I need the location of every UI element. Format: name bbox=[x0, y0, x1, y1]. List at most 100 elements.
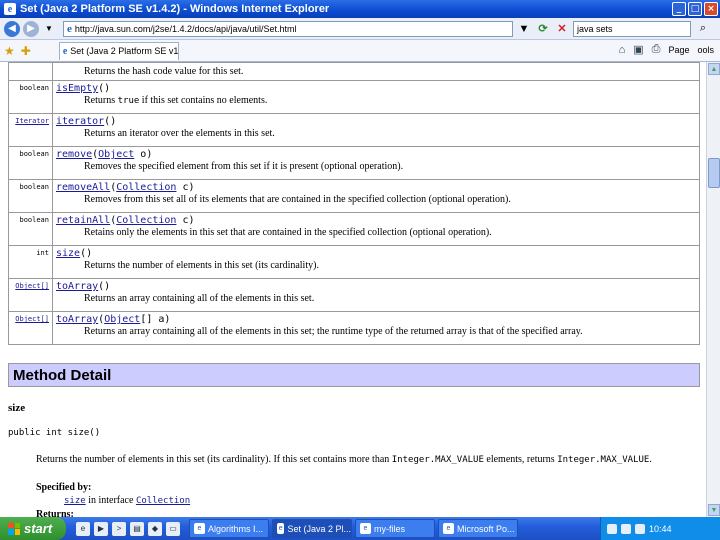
method-summary-table: Returns the hash code value for this set… bbox=[8, 62, 700, 345]
network-tray-icon[interactable] bbox=[607, 523, 617, 534]
url-field[interactable]: e http://java.sun.com/j2se/1.4.2/docs/ap… bbox=[63, 20, 513, 37]
method-link[interactable]: toArray bbox=[56, 314, 98, 325]
stop-icon[interactable]: ✕ bbox=[554, 21, 570, 37]
folder-quicklaunch-icon[interactable]: ▤ bbox=[130, 521, 144, 536]
return-type: boolean bbox=[8, 146, 53, 180]
window-title: Set (Java 2 Platform SE v1.4.2) - Window… bbox=[20, 3, 330, 15]
close-button[interactable]: × bbox=[704, 2, 718, 16]
method-name: size bbox=[8, 402, 26, 414]
taskbar-button[interactable]: e my-files bbox=[355, 519, 435, 538]
param-type-link[interactable]: Object bbox=[98, 149, 134, 160]
task-app-icon: e bbox=[194, 523, 205, 534]
internet-explorer-icon: e bbox=[4, 3, 16, 15]
return-type[interactable]: Object[] bbox=[8, 311, 53, 345]
method-description: Returns an array containing all of the e… bbox=[84, 293, 315, 304]
app-quicklaunch-icon[interactable]: ◆ bbox=[148, 521, 162, 536]
security-tray-icon[interactable] bbox=[635, 523, 645, 534]
method-link[interactable]: size bbox=[56, 248, 80, 259]
vertical-scrollbar[interactable]: ▲ ▼ bbox=[706, 62, 720, 517]
taskbar-button[interactable]: e Microsoft Po... bbox=[438, 519, 518, 538]
volume-tray-icon[interactable] bbox=[621, 523, 631, 534]
add-favorites-icon[interactable]: ✚ bbox=[21, 44, 31, 58]
page-menu[interactable]: Page bbox=[668, 45, 689, 55]
clock: 10:44 bbox=[649, 523, 672, 534]
method-link[interactable]: remove bbox=[56, 149, 92, 160]
method-cell: removeAll(Collection c) Removes from this… bbox=[52, 179, 700, 213]
cmd-quicklaunch-icon[interactable]: > bbox=[112, 521, 126, 536]
tools-menu[interactable]: ools bbox=[697, 45, 714, 55]
refresh-icon[interactable]: ⟳ bbox=[535, 21, 551, 37]
window-title-bar: e Set (Java 2 Platform SE v1.4.2) - Wind… bbox=[0, 0, 720, 18]
method-description: Retains only the elements in this set th… bbox=[84, 227, 492, 238]
scroll-up-icon[interactable]: ▲ bbox=[708, 63, 720, 75]
search-value: java sets bbox=[577, 23, 613, 34]
return-type: boolean bbox=[8, 179, 53, 213]
method-link[interactable]: removeAll bbox=[56, 182, 110, 193]
specified-by-line: size in interface Collection bbox=[64, 495, 191, 506]
forward-button[interactable]: ▶ bbox=[23, 20, 39, 37]
table-row: boolean isEmpty() Returns true if this set… bbox=[8, 80, 700, 114]
feeds-icon[interactable]: ▣ bbox=[633, 43, 643, 56]
method-signature: retainAll(Collection c) bbox=[56, 215, 195, 226]
quick-launch: e ▶ > ▤ ◆ ▭ bbox=[76, 521, 180, 536]
search-icon[interactable]: ⌕ bbox=[694, 21, 712, 37]
system-tray: 10:44 bbox=[600, 517, 720, 540]
windows-flag-icon bbox=[8, 522, 20, 535]
method-cell: Returns the hash code value for this set… bbox=[52, 62, 700, 81]
scroll-down-icon[interactable]: ▼ bbox=[708, 504, 720, 516]
url-dropdown-icon[interactable]: ▼ bbox=[516, 21, 532, 37]
method-signature: isEmpty() bbox=[56, 83, 111, 94]
table-row: boolean removeAll(Collection c) Removes fr… bbox=[8, 179, 700, 213]
url-text: http://java.sun.com/j2se/1.4.2/docs/api/… bbox=[74, 23, 297, 34]
table-row: Object[] toArray() Returns an array contai… bbox=[8, 278, 700, 312]
return-type: int bbox=[8, 245, 53, 279]
method-link[interactable]: iterator bbox=[56, 116, 104, 127]
return-type[interactable]: Object[] bbox=[8, 278, 53, 312]
specified-interface-link[interactable]: Collection bbox=[136, 496, 190, 506]
method-cell: retainAll(Collection c) Retains only the … bbox=[52, 212, 700, 246]
print-icon[interactable]: ⎙ bbox=[652, 43, 661, 56]
method-signature: size() bbox=[56, 248, 93, 259]
specified-method-link[interactable]: size bbox=[64, 496, 86, 506]
ie-quicklaunch-icon[interactable]: e bbox=[76, 521, 90, 536]
taskbar-button[interactable]: e Set (Java 2 Pl... bbox=[272, 519, 352, 538]
returns-label: Returns: bbox=[36, 509, 74, 517]
table-row: boolean retainAll(Collection c) Retains on… bbox=[8, 212, 700, 246]
return-type[interactable]: Iterator bbox=[8, 113, 53, 147]
method-cell: isEmpty() Returns true if this set contai… bbox=[52, 80, 700, 114]
minimize-button[interactable]: _ bbox=[672, 2, 686, 16]
param-type-link[interactable]: Object bbox=[104, 314, 140, 325]
start-label: start bbox=[24, 521, 53, 536]
task-app-icon: e bbox=[443, 523, 454, 534]
desktop-quicklaunch-icon[interactable]: ▭ bbox=[166, 521, 180, 536]
task-app-icon: e bbox=[360, 523, 371, 534]
back-button[interactable]: ◀ bbox=[4, 20, 20, 37]
favorites-star-icon[interactable]: ★ bbox=[4, 44, 15, 58]
table-row: Object[] toArray(Object[] a) Returns an ar… bbox=[8, 311, 700, 345]
method-link[interactable]: isEmpty bbox=[56, 83, 98, 94]
taskbar-button[interactable]: e Algorithms I... bbox=[189, 519, 269, 538]
method-description: Removes the specified element from this … bbox=[84, 161, 404, 172]
table-row: int size() Returns the number of elements … bbox=[8, 245, 700, 279]
method-signature: public int size() bbox=[8, 428, 101, 438]
start-button[interactable]: start bbox=[0, 517, 66, 540]
table-row: Returns the hash code value for this set… bbox=[8, 62, 700, 81]
history-dropdown-icon[interactable]: ▼ bbox=[42, 21, 56, 37]
table-row: Iterator iterator() Returns an iterator ov… bbox=[8, 113, 700, 147]
media-quicklaunch-icon[interactable]: ▶ bbox=[94, 521, 108, 536]
method-link[interactable]: toArray bbox=[56, 281, 98, 292]
param-type-link[interactable]: Collection bbox=[116, 182, 176, 193]
method-signature: iterator() bbox=[56, 116, 117, 127]
return-type: boolean bbox=[8, 212, 53, 246]
tab-set-java[interactable]: e Set (Java 2 Platform SE v1.4.2) bbox=[58, 41, 179, 60]
scroll-thumb[interactable] bbox=[708, 158, 720, 188]
return-type: boolean bbox=[8, 80, 53, 114]
table-row: boolean remove(Object o) Removes the speci… bbox=[8, 146, 700, 180]
method-link[interactable]: retainAll bbox=[56, 215, 110, 226]
home-icon[interactable]: ⌂ bbox=[619, 44, 626, 56]
maximize-button[interactable]: □ bbox=[688, 2, 702, 16]
method-signature: toArray(Object[] a) bbox=[56, 314, 171, 325]
search-input[interactable]: java sets bbox=[573, 20, 691, 37]
param-type-link[interactable]: Collection bbox=[116, 215, 176, 226]
return-type bbox=[8, 62, 53, 81]
